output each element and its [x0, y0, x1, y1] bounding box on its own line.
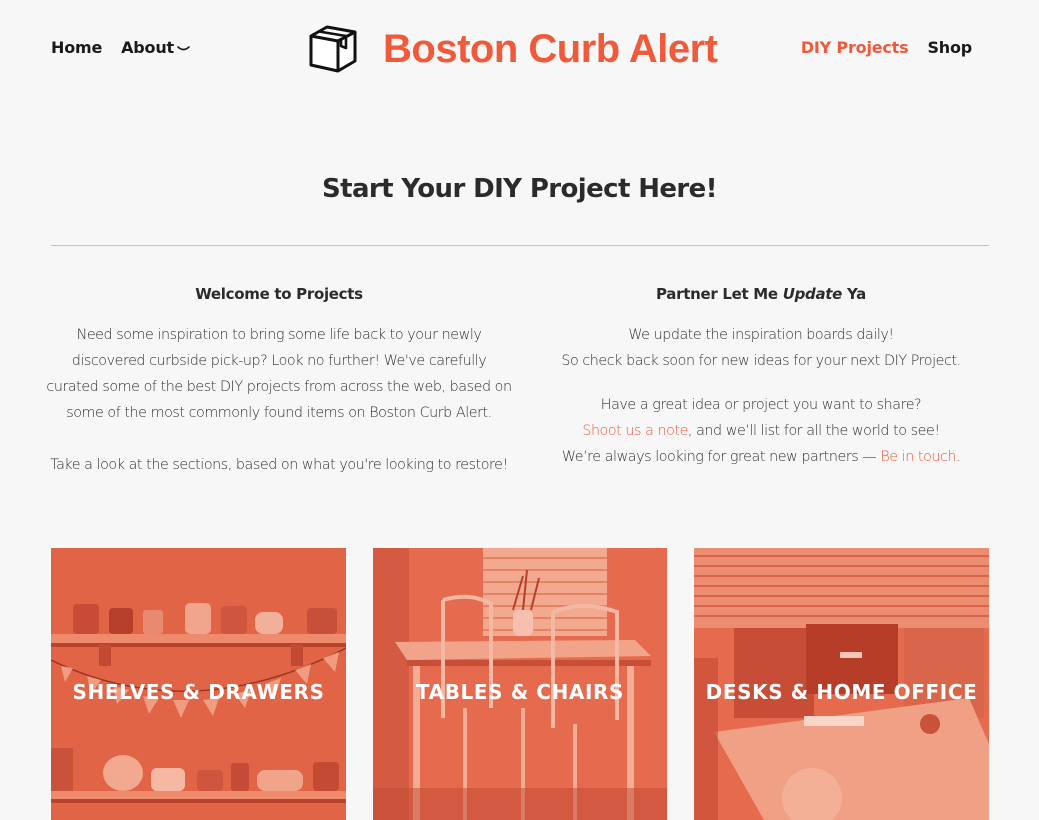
box-icon [309, 25, 357, 73]
partner-line-5-end: . [956, 449, 961, 465]
site-header: Home About Boston Curb Alert DIY Project… [0, 0, 1039, 100]
section-divider [51, 245, 989, 246]
partner-heading-emphasis: Update [782, 285, 843, 303]
nav-home[interactable]: Home [51, 38, 102, 57]
welcome-paragraph: Need some inspiration to bring some life… [46, 327, 512, 421]
tile-desks-home-office[interactable]: DESKS & HOME OFFICE [694, 548, 989, 820]
nav-shop[interactable]: Shop [927, 38, 972, 57]
partner-line-4: , and we’ll list for all the world to se… [687, 423, 940, 439]
partner-line-3: Have a great idea or project you want to… [600, 397, 922, 413]
primary-nav-right: DIY Projects Shop [801, 38, 972, 57]
tile-label-desks-home-office: DESKS & HOME OFFICE [705, 680, 978, 704]
partner-line-5: We’re always looking for great new partn… [561, 449, 881, 465]
welcome-heading: Welcome to Projects [195, 285, 363, 303]
partner-update-text: We update the inspiration boards daily! … [526, 322, 996, 374]
welcome-cta-text: Take a look at the sections, based on wh… [50, 457, 508, 473]
partner-heading: Partner Let Me Update Ya [526, 284, 996, 304]
nav-about-label: About [121, 38, 174, 57]
tile-label-shelves-drawers: SHELVES & DRAWERS [72, 680, 325, 704]
partner-heading-post: Ya [842, 285, 866, 303]
shoot-us-a-note-link[interactable]: Shoot us a note [582, 423, 688, 439]
chevron-down-icon [177, 45, 190, 50]
partner-line-2: So check back soon for new ideas for you… [561, 353, 961, 369]
primary-nav-left: Home About [51, 38, 190, 57]
tile-shelves-drawers[interactable]: SHELVES & DRAWERS [51, 548, 346, 820]
nav-about[interactable]: About [121, 38, 190, 57]
be-in-touch-link[interactable]: Be in touch [880, 449, 956, 465]
partner-line-1: We update the inspiration boards daily! [628, 327, 894, 343]
site-title: Boston Curb Alert [383, 27, 718, 71]
partner-heading-pre: Partner Let Me [656, 285, 783, 303]
partner-section: Partner Let Me Update Ya We update the i… [526, 284, 996, 470]
welcome-section: Welcome to Projects Need some inspiratio… [44, 284, 514, 478]
tile-tables-chairs[interactable]: TABLES & CHAIRS [373, 548, 667, 820]
page-title: Start Your DIY Project Here! [322, 174, 718, 204]
partner-share-text: Have a great idea or project you want to… [526, 392, 996, 470]
tile-label-tables-chairs: TABLES & CHAIRS [415, 680, 625, 704]
nav-diy-projects[interactable]: DIY Projects [801, 38, 909, 57]
brand-home-link[interactable]: Boston Curb Alert [307, 24, 718, 74]
